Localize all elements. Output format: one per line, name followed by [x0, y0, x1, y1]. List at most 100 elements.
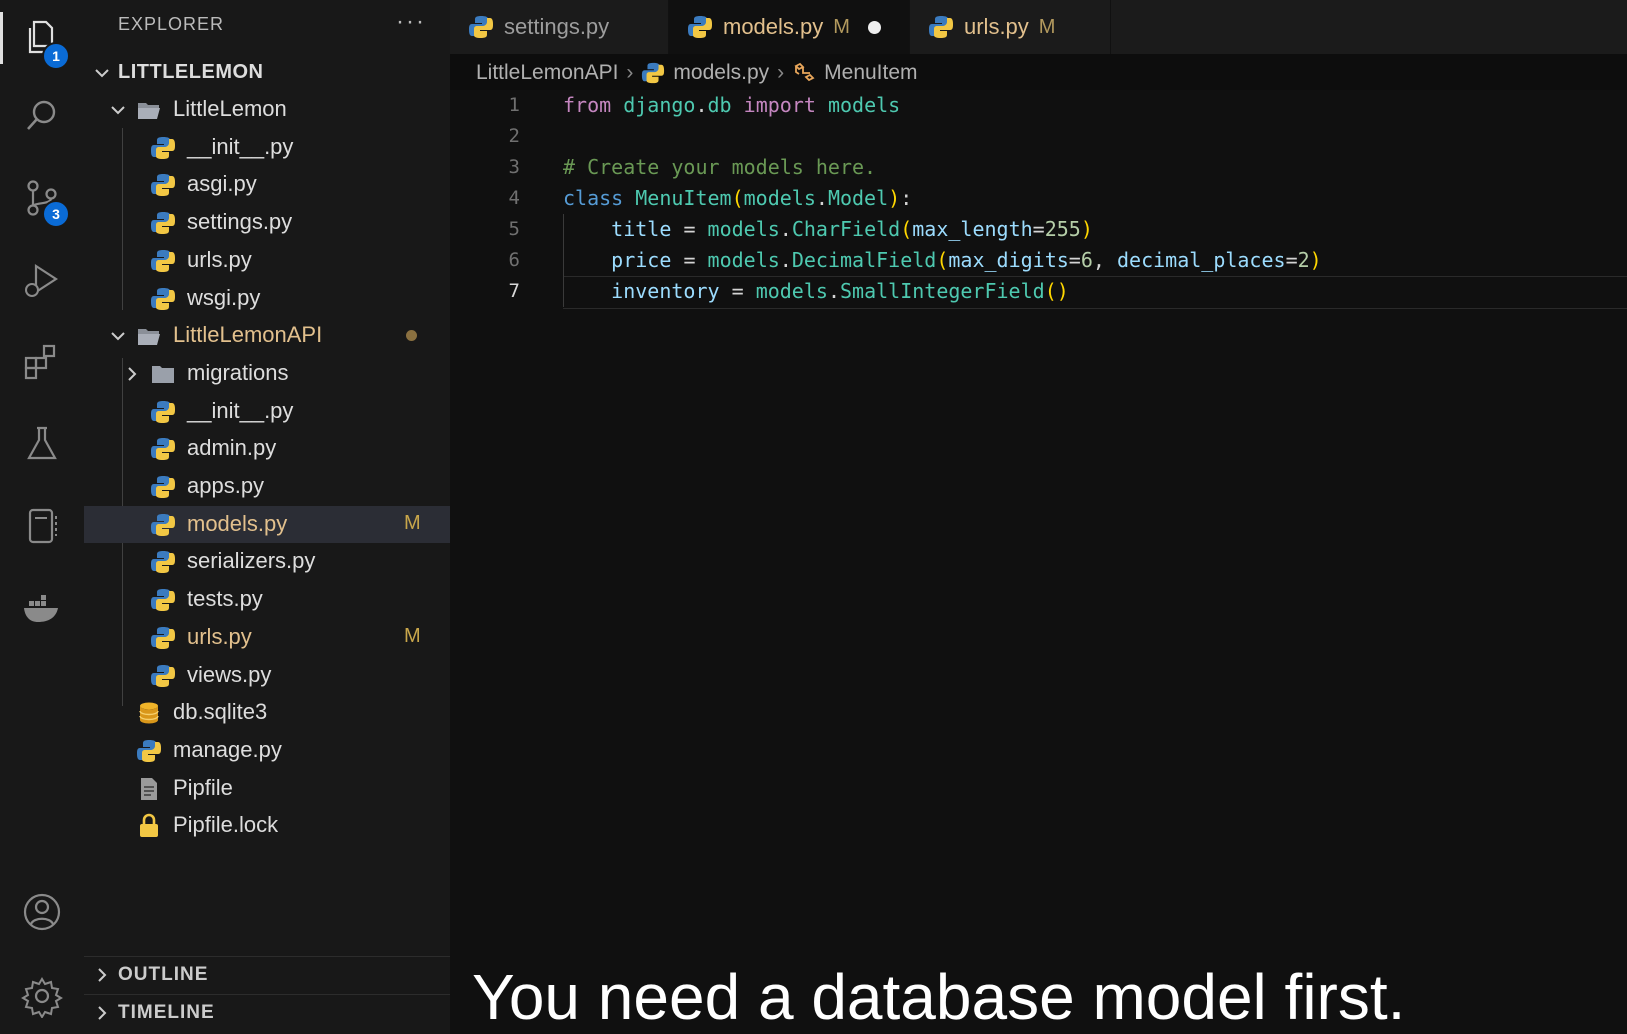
breadcrumb-file[interactable]: models.py: [673, 61, 769, 85]
python-file-icon: [137, 739, 161, 762]
tab-urls-py[interactable]: urls.py M: [910, 0, 1111, 54]
tree-item[interactable]: asgi.py: [84, 166, 450, 203]
tree-item-label: urls.py: [187, 246, 252, 272]
code-line[interactable]: from django.db import models: [563, 90, 900, 121]
tree-item[interactable]: tests.py: [84, 581, 450, 618]
source-control-badge: 3: [42, 200, 70, 228]
accounts-activity-button[interactable]: [0, 882, 84, 942]
tree-item[interactable]: LittleLemonAPI: [84, 317, 450, 354]
breadcrumb-separator: ›: [777, 61, 785, 84]
tree-item-label: models.py: [187, 510, 288, 536]
tree-item-label: views.py: [187, 661, 272, 687]
folder-open-icon: [138, 103, 160, 119]
tab-settings-py[interactable]: settings.py: [450, 0, 669, 54]
notebook-icon: [28, 508, 57, 544]
extensions-activity-button[interactable]: [0, 332, 84, 392]
outline-label: OUTLINE: [118, 964, 209, 985]
tree-item-label: asgi.py: [187, 171, 257, 197]
tab-label: settings.py: [504, 14, 610, 39]
tab-models-py[interactable]: models.py M: [669, 0, 910, 54]
breadcrumb-folder[interactable]: LittleLemonAPI: [476, 61, 618, 85]
tree-item[interactable]: Pipfile: [84, 770, 450, 807]
tree-item[interactable]: admin.py: [84, 430, 450, 467]
tree-item[interactable]: apps.py: [84, 468, 450, 505]
code-line[interactable]: title = models.CharField(max_length=255): [563, 214, 1093, 245]
explorer-badge: 1: [42, 42, 70, 70]
line-number: 7: [508, 280, 520, 302]
python-file-icon: [151, 626, 175, 649]
workspace-root[interactable]: LITTLELEMON: [84, 54, 450, 91]
tree-item[interactable]: wsgi.py: [84, 280, 450, 317]
tree-item-label: apps.py: [187, 473, 265, 498]
tree-item[interactable]: urls.py: [84, 242, 450, 279]
tree-item-label: db.sqlite3: [173, 699, 268, 725]
search-activity-button[interactable]: [0, 86, 84, 146]
account-icon: [23, 893, 61, 931]
more-actions-button[interactable]: ···: [396, 8, 426, 36]
line-number: 3: [508, 156, 520, 178]
extensions-icon: [24, 344, 56, 380]
chevron-right-icon: [98, 1006, 107, 1020]
line-number: 1: [508, 94, 520, 116]
timeline-label: TIMELINE: [118, 1002, 215, 1023]
notebook-activity-button[interactable]: [0, 496, 84, 556]
tree-item-label: __init__.py: [187, 397, 294, 423]
explorer-sidebar: EXPLORER ··· LITTLELEMON OUTLINE TIMELIN…: [84, 0, 450, 1034]
tree-item[interactable]: db.sqlite3: [84, 694, 450, 731]
code-line[interactable]: class MenuItem(models.Model):: [563, 183, 912, 214]
database-icon: [139, 702, 159, 724]
tree-item[interactable]: manage.py: [84, 732, 450, 769]
tab-modified-indicator: M: [1038, 15, 1056, 38]
tree-item[interactable]: __init__.py: [84, 393, 450, 430]
git-status-badge: M: [404, 511, 421, 534]
breadcrumb-symbol[interactable]: MenuItem: [824, 61, 917, 85]
file-icon: [141, 777, 157, 800]
python-file-icon: [151, 513, 175, 536]
python-file-icon: [151, 589, 175, 612]
flask-icon: [27, 426, 57, 460]
tree-item-label: __init__.py: [187, 133, 294, 159]
tree-item-label: Pipfile: [173, 774, 233, 800]
code-line[interactable]: # Create your models here.: [563, 152, 876, 183]
tree-item[interactable]: urls.py M: [84, 619, 450, 656]
tree-item[interactable]: Pipfile.lock: [84, 807, 450, 844]
tree-item[interactable]: __init__.py: [84, 129, 450, 166]
tree-item-label: admin.py: [187, 435, 277, 461]
run-debug-activity-button[interactable]: [0, 250, 84, 310]
tree-item-label: tests.py: [187, 586, 263, 612]
tree-item[interactable]: models.py M: [84, 505, 450, 543]
modified-dot-icon: [406, 330, 417, 342]
gear-icon: [21, 977, 63, 1018]
tree-item[interactable]: settings.py: [84, 204, 450, 241]
tree-item[interactable]: LittleLemon: [84, 91, 450, 128]
unsaved-dot-icon[interactable]: [867, 20, 881, 34]
python-file-icon: [469, 16, 493, 38]
python-file-icon: [151, 174, 175, 197]
source-control-activity-button[interactable]: 3: [0, 168, 84, 228]
line-number: 4: [508, 187, 520, 209]
testing-activity-button[interactable]: [0, 414, 84, 474]
code-line[interactable]: inventory = models.SmallIntegerField(): [563, 276, 1069, 307]
outline-panel-header[interactable]: OUTLINE: [84, 956, 450, 993]
timeline-panel-header[interactable]: TIMELINE: [84, 994, 450, 1031]
explorer-activity-button[interactable]: 1: [0, 8, 84, 70]
python-file-icon: [688, 16, 712, 38]
chevron-down-icon: [111, 106, 125, 115]
manage-activity-button[interactable]: [0, 966, 84, 1026]
code-editor[interactable]: 1 2 3 4 5 6 7 from django.db import models # Cr…: [450, 90, 1627, 1034]
tree-item[interactable]: migrations: [84, 355, 450, 392]
code-line[interactable]: price = models.DecimalField(max_digits=6…: [563, 245, 1322, 276]
docker-activity-button[interactable]: [0, 578, 84, 638]
tree-item[interactable]: serializers.py: [84, 543, 450, 580]
tree-item[interactable]: views.py: [84, 657, 450, 694]
git-status-badge: M: [404, 624, 421, 647]
breadcrumb: LittleLemonAPI › models.py › MenuItem: [476, 56, 918, 90]
folder-open-icon: [138, 329, 160, 346]
run-debug-icon: [25, 263, 59, 297]
breadcrumb-separator: ›: [626, 61, 634, 84]
python-file-icon: [151, 249, 175, 272]
tab-modified-indicator: M: [833, 15, 850, 38]
python-file-icon: [151, 476, 175, 498]
chevron-down-icon: [111, 332, 125, 341]
docker-icon: [24, 595, 58, 622]
